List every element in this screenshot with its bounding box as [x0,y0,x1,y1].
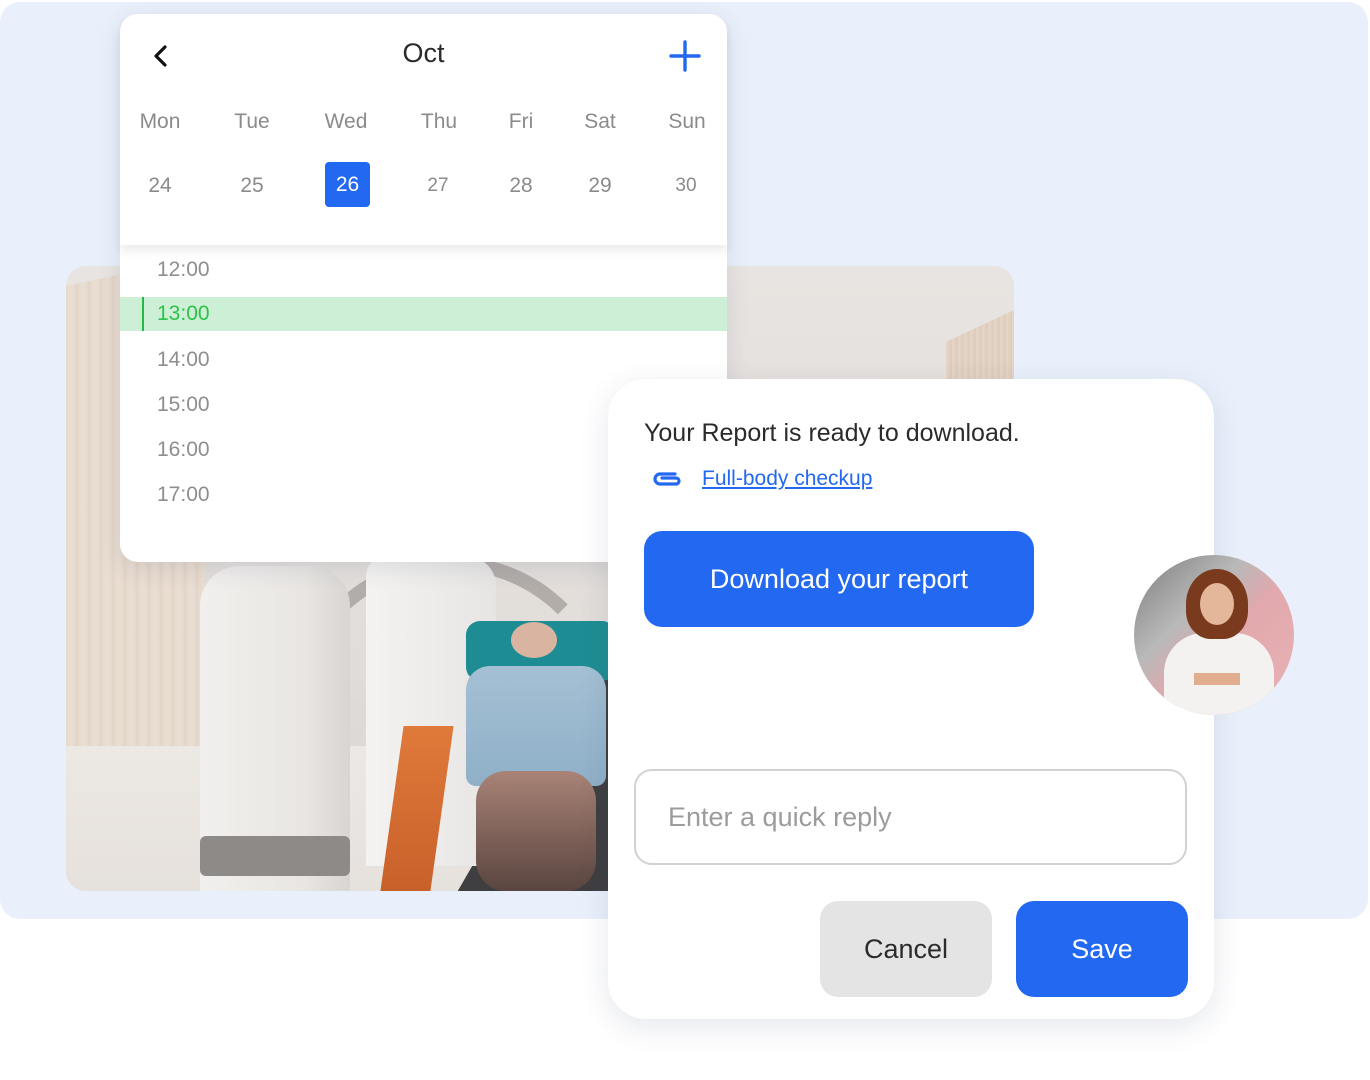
plus-icon[interactable] [668,39,702,73]
weekday-tue: Tue [234,110,270,133]
time-slot-label: 16:00 [157,438,210,461]
weekday-sat: Sat [584,110,616,133]
time-slot-label: 14:00 [157,348,210,371]
time-slot-active[interactable]: 13:00 [120,297,727,331]
report-title: Your Report is ready to download. [644,419,1020,447]
avatar [1134,555,1294,715]
time-slot-label: 15:00 [157,393,210,416]
report-card: Your Report is ready to download. Full-b… [608,379,1214,1019]
day-cell[interactable]: 30 [656,175,716,197]
quick-reply-input[interactable] [634,769,1187,865]
save-button[interactable]: Save [1016,901,1188,997]
weekday-fri: Fri [508,110,534,133]
day-cell-selected[interactable]: 26 [325,162,370,207]
day-cell[interactable]: 28 [491,174,551,198]
paperclip-icon [653,472,681,486]
calendar-header: Oct Mon Tue Wed Thu Fri Sat Sun 24 25 26… [120,14,727,245]
day-cell[interactable]: 25 [222,174,282,198]
time-slot-label: 13:00 [157,302,210,325]
month-title: Oct [402,38,445,68]
weekday-wed: Wed [324,110,368,133]
time-slot[interactable]: 14:00 [120,336,727,381]
weekday-thu: Thu [420,110,458,133]
weekday-mon: Mon [139,110,181,133]
attachment-link[interactable]: Full-body checkup [702,467,872,491]
weekday-sun: Sun [668,110,706,133]
cancel-button[interactable]: Cancel [820,901,992,997]
time-slot-label: 17:00 [157,483,210,506]
day-cell[interactable]: 27 [408,175,468,197]
day-cell[interactable]: 24 [130,174,190,198]
day-cell[interactable]: 29 [570,174,630,198]
download-report-button[interactable]: Download your report [644,531,1034,627]
time-slot-label: 12:00 [157,258,210,281]
time-slot[interactable]: 12:00 [120,246,727,291]
